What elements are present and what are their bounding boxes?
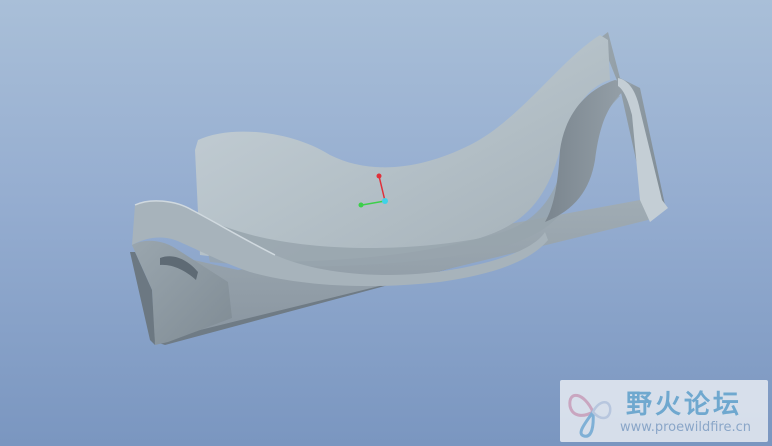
watermark-title: 野火论坛 xyxy=(626,390,743,420)
3d-viewport[interactable]: 野火论坛 www.proewildfire.cn xyxy=(0,0,772,446)
triad-x-axis-tip xyxy=(376,173,382,179)
triad-y-axis-tip xyxy=(358,202,364,208)
triad-origin xyxy=(382,198,388,204)
watermark-url: www.proewildfire.cn xyxy=(620,420,751,435)
butterfly-logo-icon xyxy=(568,394,612,438)
forum-watermark: 野火论坛 www.proewildfire.cn xyxy=(560,380,768,442)
